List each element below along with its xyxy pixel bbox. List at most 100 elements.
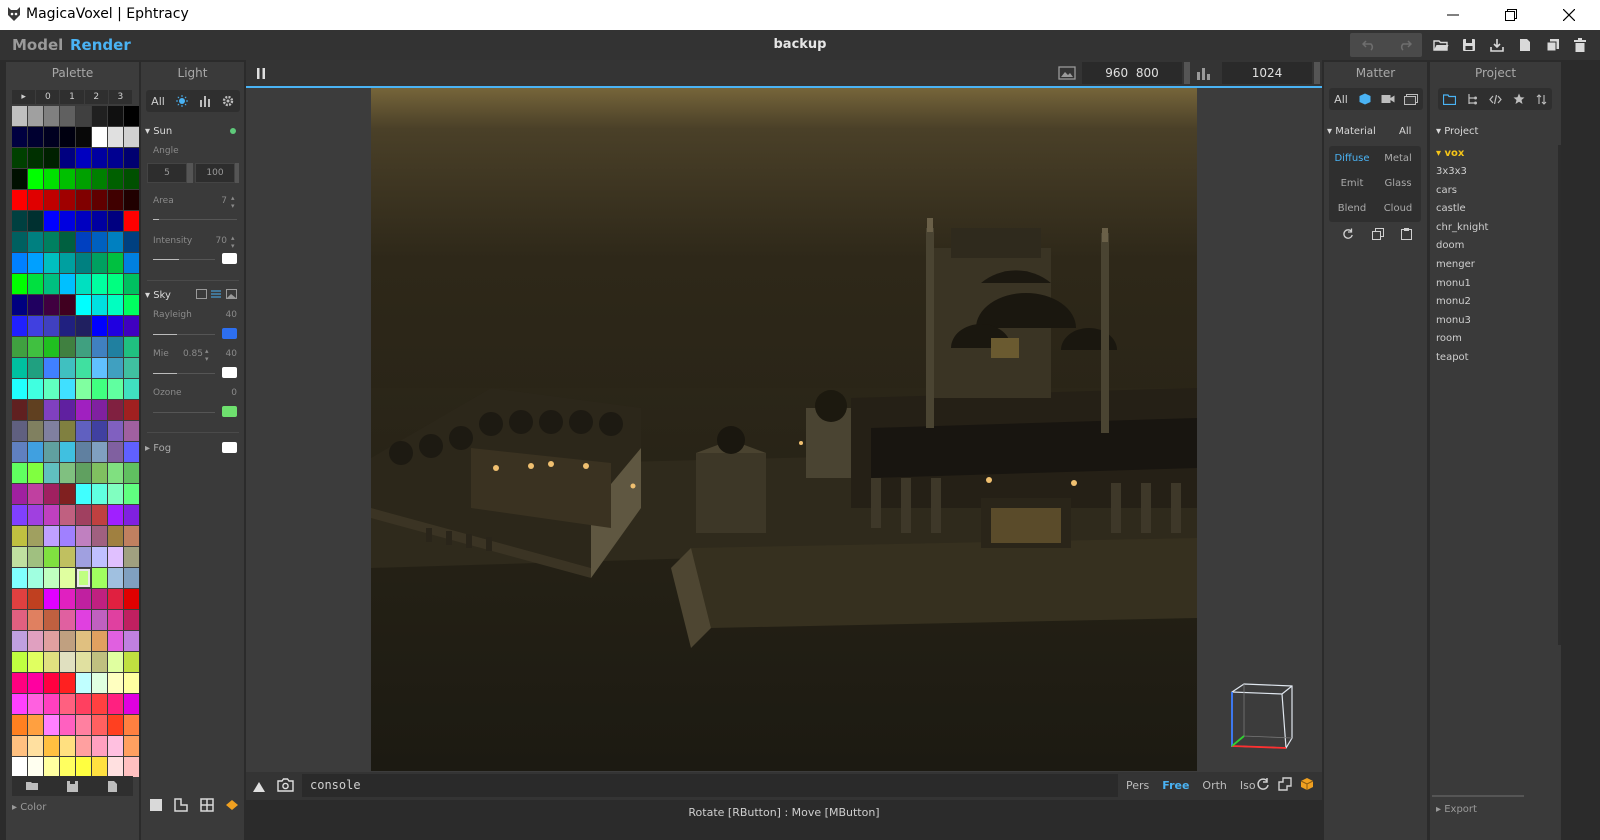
- view-mode-free[interactable]: Free: [1162, 779, 1189, 792]
- palette-color-cell[interactable]: [28, 337, 43, 357]
- palette-color-cell[interactable]: [92, 337, 107, 357]
- palette-color-cell[interactable]: [76, 337, 91, 357]
- palette-color-cell[interactable]: [44, 358, 59, 378]
- view-mode-iso[interactable]: Iso: [1240, 779, 1256, 792]
- reset-view-icon[interactable]: [1256, 777, 1270, 791]
- palette-color-cell[interactable]: [60, 274, 75, 294]
- console-input[interactable]: console: [302, 774, 1118, 797]
- palette-color-cell[interactable]: [28, 316, 43, 336]
- palette-color-cell[interactable]: [12, 505, 27, 525]
- palette-color-cell[interactable]: [124, 295, 139, 315]
- palette-color-cell[interactable]: [28, 631, 43, 651]
- palette-color-cell[interactable]: [108, 421, 123, 441]
- folder-icon[interactable]: [1443, 93, 1457, 105]
- palette-color-cell[interactable]: [60, 736, 75, 756]
- project-file-item[interactable]: chr_knight: [1436, 222, 1488, 233]
- palette-color-cell[interactable]: [60, 232, 75, 252]
- palette-color-cell[interactable]: [124, 736, 139, 756]
- fog-section-header[interactable]: ▸ Fog: [145, 443, 171, 454]
- palette-color-cell[interactable]: [92, 484, 107, 504]
- palette-color-cell[interactable]: [108, 736, 123, 756]
- palette-color-cell[interactable]: [108, 610, 123, 630]
- palette-color-cell[interactable]: [76, 211, 91, 231]
- palette-color-cell[interactable]: [12, 274, 27, 294]
- palette-color-cell[interactable]: [76, 631, 91, 651]
- close-window-button[interactable]: [1546, 0, 1592, 30]
- palette-color-cell[interactable]: [60, 694, 75, 714]
- palette-color-selected[interactable]: [76, 568, 91, 588]
- palette-color-cell[interactable]: [108, 106, 123, 126]
- palette-color-cell[interactable]: [28, 568, 43, 588]
- palette-color-cell[interactable]: [76, 757, 91, 777]
- project-file-item[interactable]: menger: [1436, 259, 1475, 270]
- palette-color-cell[interactable]: [12, 106, 27, 126]
- palette-color-cell[interactable]: [92, 757, 107, 777]
- palette-color-cell[interactable]: [124, 190, 139, 210]
- palette-color-cell[interactable]: [76, 484, 91, 504]
- palette-color-cell[interactable]: [92, 631, 107, 651]
- palette-color-cell[interactable]: [12, 316, 27, 336]
- palette-color-cell[interactable]: [12, 190, 27, 210]
- palette-color-cell[interactable]: [124, 715, 139, 735]
- palette-color-cell[interactable]: [92, 421, 107, 441]
- palette-color-cell[interactable]: [28, 379, 43, 399]
- palette-color-cell[interactable]: [60, 316, 75, 336]
- fog-color-swatch[interactable]: [222, 442, 237, 453]
- palette-color-cell[interactable]: [12, 589, 27, 609]
- mie-color-swatch[interactable]: [222, 367, 237, 378]
- palette-color-cell[interactable]: [108, 274, 123, 294]
- project-folder-vox[interactable]: ▾ vox: [1436, 148, 1464, 159]
- palette-color-cell[interactable]: [28, 190, 43, 210]
- palette-color-cell[interactable]: [28, 463, 43, 483]
- palette-color-cell[interactable]: [12, 673, 27, 693]
- palette-color-cell[interactable]: [92, 169, 107, 189]
- palette-color-cell[interactable]: [44, 211, 59, 231]
- palette-color-cell[interactable]: [44, 463, 59, 483]
- palette-color-cell[interactable]: [60, 652, 75, 672]
- palette-color-cell[interactable]: [108, 568, 123, 588]
- palette-color-cell[interactable]: [44, 106, 59, 126]
- sun-enabled-dot[interactable]: [230, 128, 236, 134]
- palette-color-cell[interactable]: [76, 127, 91, 147]
- open-file-button[interactable]: [1428, 34, 1454, 56]
- palette-color-cell[interactable]: [12, 736, 27, 756]
- light-tab-settings[interactable]: [216, 95, 239, 107]
- palette-color-cell[interactable]: [92, 274, 107, 294]
- palette-color-cell[interactable]: [60, 211, 75, 231]
- palette-color-cell[interactable]: [124, 463, 139, 483]
- intensity-slider[interactable]: [153, 259, 215, 260]
- palette-color-cell[interactable]: [44, 316, 59, 336]
- palette-color-cell[interactable]: [108, 169, 123, 189]
- palette-color-cell[interactable]: [92, 652, 107, 672]
- palette-color-cell[interactable]: [12, 631, 27, 651]
- project-file-item[interactable]: 3x3x3: [1436, 166, 1467, 177]
- rendered-scene[interactable]: [371, 88, 1197, 771]
- palette-color-cell[interactable]: [60, 673, 75, 693]
- palette-color-cell[interactable]: [60, 253, 75, 273]
- copy-icon[interactable]: [1371, 228, 1384, 240]
- sun-color-swatch[interactable]: [222, 253, 237, 264]
- palette-color-cell[interactable]: [124, 379, 139, 399]
- palette-page-tab[interactable]: ▸: [12, 90, 36, 104]
- palette-color-cell[interactable]: [44, 505, 59, 525]
- palette-color-cell[interactable]: [124, 526, 139, 546]
- palette-color-cell[interactable]: [92, 694, 107, 714]
- mie-stepper-icon[interactable]: ▴ ▾: [205, 347, 209, 363]
- palette-color-cell[interactable]: [44, 715, 59, 735]
- palette-color-cell[interactable]: [76, 421, 91, 441]
- palette-color-cell[interactable]: [60, 295, 75, 315]
- palette-color-cell[interactable]: [60, 526, 75, 546]
- palette-color-cell[interactable]: [12, 547, 27, 567]
- cube-view-icon[interactable]: [1300, 777, 1314, 791]
- palette-color-cell[interactable]: [92, 505, 107, 525]
- material-blend[interactable]: Blend: [1329, 196, 1375, 221]
- palette-color-cell[interactable]: [92, 127, 107, 147]
- palette-color-cell[interactable]: [28, 148, 43, 168]
- intensity-value[interactable]: 70: [201, 236, 227, 246]
- palette-color-cell[interactable]: [76, 547, 91, 567]
- diamond-tool-icon[interactable]: [225, 798, 239, 812]
- box-tool-icon[interactable]: [149, 798, 163, 812]
- palette-color-cell[interactable]: [124, 337, 139, 357]
- palette-page-tab[interactable]: 1: [60, 90, 84, 104]
- palette-color-cell[interactable]: [92, 547, 107, 567]
